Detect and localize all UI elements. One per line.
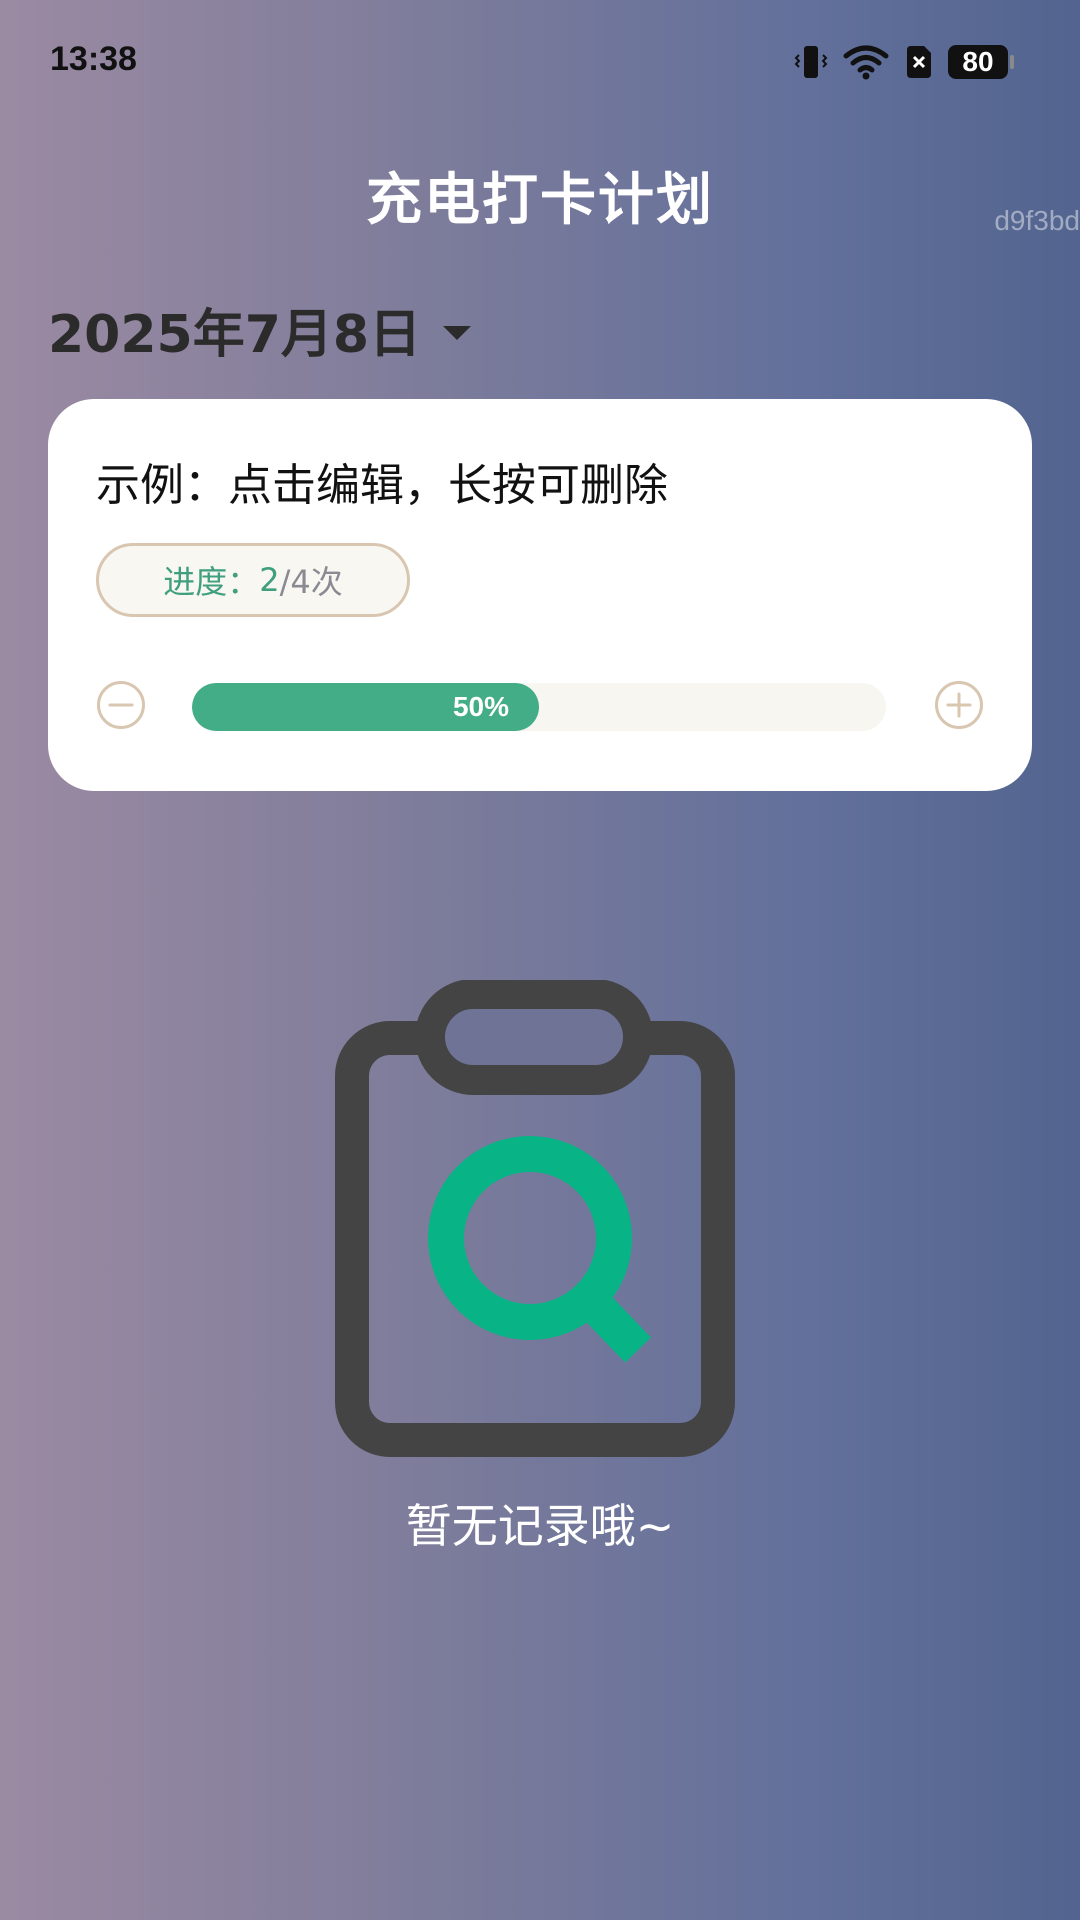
wifi-icon	[842, 44, 890, 80]
status-bar: 13:38 80	[0, 0, 1080, 120]
date-selector[interactable]: 2025年7月8日	[48, 292, 472, 367]
decrement-button[interactable]	[96, 680, 146, 730]
battery-level: 80	[962, 46, 994, 77]
plan-card[interactable]: 示例：点击编辑，长按可删除 进度： 2 /4次 50%	[48, 399, 1032, 791]
sim-off-icon	[904, 44, 934, 80]
minus-circle-icon	[97, 681, 145, 729]
progress-total: /4次	[279, 563, 343, 601]
progress-bar-fill: 50%	[192, 683, 539, 731]
vibrate-icon	[794, 44, 828, 80]
empty-state-text: 暂无记录哦~	[405, 1499, 675, 1553]
status-icons: 80	[794, 40, 1014, 84]
progress-bar: 50%	[192, 683, 886, 731]
clipboard-search-icon	[330, 979, 750, 1470]
date-label: 2025年7月8日	[48, 305, 422, 365]
status-time: 13:38	[50, 40, 137, 78]
progress-badge: 进度： 2 /4次	[96, 543, 410, 617]
caret-down-icon	[443, 325, 472, 340]
plan-title: 示例：点击编辑，长按可删除	[96, 460, 668, 511]
increment-button[interactable]	[934, 680, 984, 730]
progress-done: 2	[259, 561, 280, 599]
progress-percent: 50%	[452, 691, 509, 722]
progress-label: 进度：	[163, 563, 260, 601]
battery-icon: 80	[948, 45, 1014, 79]
page-title: 充电打卡计划	[366, 168, 714, 233]
plus-circle-icon	[935, 681, 983, 729]
